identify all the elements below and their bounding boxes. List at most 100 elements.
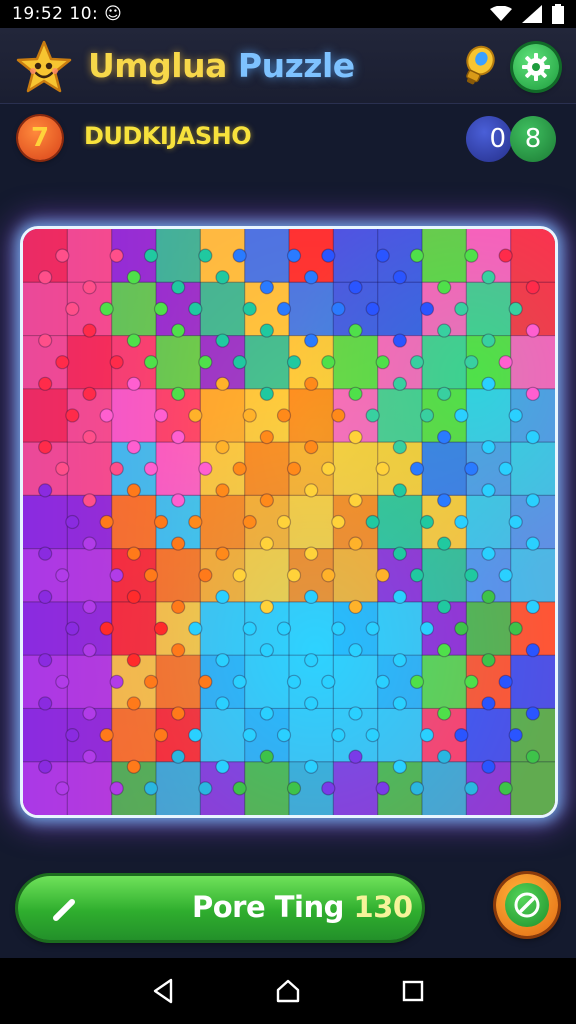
- puzzle-piece[interactable]: [289, 495, 334, 550]
- puzzle-piece[interactable]: [377, 495, 423, 550]
- puzzle-knob: [437, 749, 452, 764]
- puzzle-piece[interactable]: [289, 708, 334, 763]
- puzzle-piece[interactable]: [111, 282, 157, 337]
- recents-icon[interactable]: [393, 971, 433, 1011]
- back-icon[interactable]: [143, 971, 183, 1011]
- puzzle-piece[interactable]: [422, 548, 467, 603]
- puzzle-piece[interactable]: [111, 708, 157, 763]
- puzzle-piece[interactable]: [377, 601, 423, 656]
- puzzle-piece[interactable]: [422, 761, 467, 815]
- hint-bulb-button[interactable]: [458, 44, 498, 88]
- puzzle-piece[interactable]: [510, 548, 555, 603]
- puzzle-piece[interactable]: [67, 442, 113, 496]
- puzzle-piece[interactable]: [23, 708, 68, 763]
- puzzle-piece[interactable]: [200, 708, 246, 763]
- puzzle-piece[interactable]: [466, 708, 512, 763]
- puzzle-knob: [508, 408, 523, 423]
- puzzle-piece[interactable]: [23, 495, 68, 550]
- puzzle-knob: [171, 386, 186, 401]
- play-button[interactable]: Pore Ting 130: [18, 876, 422, 940]
- puzzle-piece[interactable]: [200, 282, 246, 337]
- puzzle-piece[interactable]: [377, 282, 423, 337]
- puzzle-piece[interactable]: [289, 282, 334, 337]
- puzzle-piece[interactable]: [244, 442, 290, 496]
- puzzle-piece[interactable]: [156, 655, 201, 709]
- puzzle-piece[interactable]: [23, 601, 68, 656]
- puzzle-piece[interactable]: [111, 388, 157, 443]
- piece-counter: 0 8: [466, 116, 558, 162]
- puzzle-piece[interactable]: [333, 335, 379, 390]
- puzzle-knob: [259, 323, 274, 338]
- puzzle-piece[interactable]: [466, 388, 512, 443]
- puzzle-piece[interactable]: [156, 548, 201, 603]
- puzzle-piece[interactable]: [111, 601, 157, 656]
- puzzle-piece[interactable]: [466, 495, 512, 550]
- magic-hint-button[interactable]: [496, 874, 558, 936]
- puzzle-piece[interactable]: [333, 442, 379, 496]
- puzzle-piece[interactable]: [244, 335, 290, 390]
- puzzle-piece[interactable]: [466, 282, 512, 337]
- puzzle-piece[interactable]: [244, 655, 290, 709]
- puzzle-piece[interactable]: [510, 655, 555, 709]
- puzzle-piece[interactable]: [422, 335, 467, 390]
- puzzle-piece[interactable]: [67, 655, 113, 709]
- puzzle-knob: [304, 483, 319, 498]
- puzzle-piece[interactable]: [200, 495, 246, 550]
- puzzle-knob: [392, 270, 407, 285]
- status-time: 19:52 10: ☺: [12, 4, 123, 24]
- puzzle-piece[interactable]: [333, 655, 379, 709]
- puzzle-knob: [55, 248, 70, 263]
- puzzle-piece[interactable]: [422, 442, 467, 496]
- puzzle-knob: [409, 355, 425, 370]
- puzzle-piece[interactable]: [510, 335, 555, 390]
- puzzle-piece[interactable]: [23, 282, 68, 337]
- puzzle-piece[interactable]: [333, 761, 379, 815]
- puzzle-piece[interactable]: [377, 388, 423, 443]
- puzzle-knob: [242, 408, 257, 423]
- puzzle-knob: [392, 696, 407, 711]
- puzzle-piece[interactable]: [510, 229, 555, 283]
- puzzle-piece[interactable]: [377, 708, 423, 763]
- puzzle-piece[interactable]: [156, 442, 201, 496]
- puzzle-piece[interactable]: [23, 388, 68, 443]
- puzzle-knob: [198, 355, 213, 370]
- puzzle-piece[interactable]: [67, 761, 113, 815]
- puzzle-knob: [419, 514, 435, 530]
- puzzle-piece[interactable]: [67, 335, 113, 390]
- puzzle-knob: [304, 376, 319, 391]
- puzzle-piece[interactable]: [510, 442, 555, 496]
- puzzle-piece[interactable]: [156, 335, 201, 390]
- puzzle-piece[interactable]: [289, 601, 334, 656]
- puzzle-piece[interactable]: [200, 388, 246, 443]
- puzzle-knob: [454, 408, 469, 423]
- puzzle-grid[interactable]: [23, 229, 555, 815]
- home-icon[interactable]: [268, 971, 308, 1011]
- puzzle-knob: [198, 568, 213, 583]
- level-name: DUDKIJASHO: [84, 122, 252, 150]
- puzzle-piece[interactable]: [422, 655, 467, 709]
- puzzle-piece[interactable]: [244, 229, 290, 283]
- puzzle-piece[interactable]: [200, 601, 246, 656]
- puzzle-piece[interactable]: [67, 229, 113, 283]
- puzzle-piece[interactable]: [466, 601, 512, 656]
- signal-icon: [522, 5, 542, 23]
- settings-button[interactable]: [513, 44, 559, 90]
- puzzle-piece[interactable]: [111, 495, 157, 550]
- puzzle-piece[interactable]: [156, 229, 201, 283]
- puzzle-piece[interactable]: [289, 388, 334, 443]
- puzzle-board[interactable]: [20, 226, 558, 818]
- puzzle-knob: [143, 248, 159, 263]
- puzzle-piece[interactable]: [244, 548, 290, 603]
- puzzle-knob: [82, 643, 97, 658]
- puzzle-piece[interactable]: [333, 229, 379, 283]
- puzzle-piece[interactable]: [422, 229, 467, 283]
- app-title-part1: Umglua: [88, 46, 227, 85]
- puzzle-knob: [375, 674, 390, 689]
- puzzle-piece[interactable]: [244, 761, 290, 815]
- puzzle-knob: [365, 727, 380, 743]
- puzzle-piece[interactable]: [333, 548, 379, 603]
- puzzle-piece[interactable]: [67, 548, 113, 603]
- puzzle-piece[interactable]: [510, 761, 555, 815]
- puzzle-piece[interactable]: [156, 761, 201, 815]
- puzzle-knob: [481, 270, 496, 285]
